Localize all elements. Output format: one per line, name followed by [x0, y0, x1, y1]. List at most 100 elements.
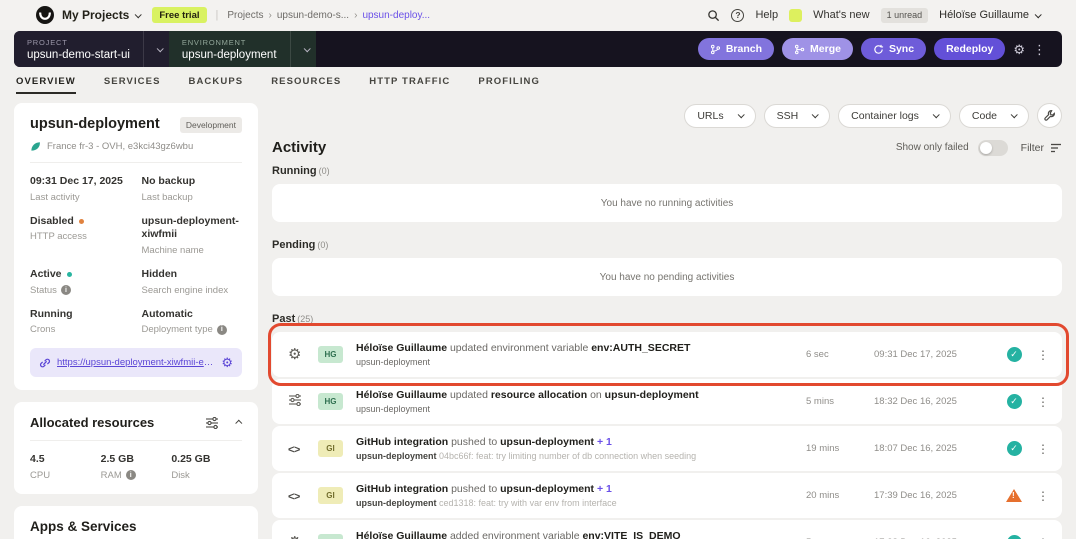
row-kebab-menu-icon[interactable]: ⋮: [1036, 348, 1050, 362]
unread-badge[interactable]: 1 unread: [881, 8, 929, 23]
activity-duration: 5 mins: [806, 396, 874, 407]
environment-switcher[interactable]: ENVIRONMENT upsun-deployment: [169, 31, 290, 67]
disabled-status-dot: [79, 219, 84, 224]
tab-services[interactable]: SERVICES: [104, 76, 161, 94]
activity-row[interactable]: <> GI GitHub integration pushed to upsun…: [272, 473, 1062, 518]
environment-kebab-menu-icon[interactable]: ⋮: [1033, 43, 1046, 56]
past-activity-list: ⚙ HG Héloïse Guillaume updated environme…: [272, 332, 1062, 539]
activity-duration: 6 sec: [806, 349, 874, 360]
row-kebab-menu-icon[interactable]: ⋮: [1036, 489, 1050, 503]
chevron-down-icon: [812, 111, 819, 118]
tab-profiling[interactable]: PROFILING: [478, 76, 540, 94]
tab-backups[interactable]: BACKUPS: [189, 76, 244, 94]
environment-url-link[interactable]: https://upsun-deployment-xiwfmii-e3kci43…: [57, 357, 215, 368]
top-bar: My Projects Free trial | Projects › upsu…: [0, 0, 1076, 30]
environment-title: upsun-deployment: [30, 116, 160, 132]
help-icon[interactable]: ?: [731, 9, 744, 22]
chevron-down-icon: [1035, 11, 1042, 18]
branch-icon: [710, 44, 721, 55]
activity-date: 18:32 Dec 16, 2025: [874, 396, 996, 407]
resources-sliders-icon[interactable]: [205, 417, 219, 429]
warning-triangle-icon: [1006, 489, 1022, 502]
status-info-icon[interactable]: i: [61, 285, 71, 295]
resource-disk: 0.25 GB Disk: [171, 453, 242, 481]
apps-services-title: Apps & Services: [30, 519, 242, 534]
filter-icon: [1050, 143, 1062, 153]
redeploy-button[interactable]: Redeploy: [934, 38, 1005, 60]
activity-row[interactable]: HG Héloïse Guillaume updated resource al…: [272, 379, 1062, 424]
tab-resources[interactable]: RESOURCES: [271, 76, 341, 94]
stat-last-activity: 09:31 Dec 17, 2025 Last activity: [30, 175, 136, 203]
search-icon[interactable]: [707, 9, 720, 22]
container-logs-label: Container logs: [851, 110, 919, 122]
collapse-chevron-icon[interactable]: [235, 420, 242, 427]
avatar: HG: [318, 346, 343, 363]
branch-button-label: Branch: [726, 43, 762, 55]
success-check-icon: ✓: [1007, 347, 1022, 362]
show-only-failed-toggle[interactable]: [978, 140, 1008, 156]
deployment-type-info-icon[interactable]: i: [217, 325, 227, 335]
stat-http-access: Disabled HTTP access: [30, 215, 136, 256]
environment-info-card: upsun-deployment Development France fr-3…: [14, 103, 258, 390]
activity-date: 18:07 Dec 16, 2025: [874, 443, 996, 454]
ssh-dropdown[interactable]: SSH: [764, 104, 831, 128]
success-check-icon: ✓: [1007, 441, 1022, 456]
project-switcher[interactable]: PROJECT upsun-demo-start-ui: [14, 31, 143, 67]
environment-type-badge: Development: [180, 117, 242, 133]
url-settings-gear-icon[interactable]: ⚙: [221, 356, 233, 369]
upsun-console-screen: My Projects Free trial | Projects › upsu…: [0, 0, 1076, 539]
code-icon: <>: [288, 488, 318, 503]
user-menu[interactable]: Héloïse Guillaume: [939, 9, 1040, 21]
stat-crons: Running Crons: [30, 308, 136, 336]
activity-row[interactable]: ⚙ HG Héloïse Guillaume added environment…: [272, 520, 1062, 539]
filter-control[interactable]: Filter: [1021, 142, 1062, 154]
link-icon: [39, 357, 51, 369]
gear-icon: ⚙: [288, 535, 318, 539]
urls-label: URLs: [697, 110, 723, 122]
code-dropdown[interactable]: Code: [959, 104, 1029, 128]
stat-machine-name: upsun-deployment-xiwfmii Machine name: [142, 215, 243, 256]
wrench-icon: [1043, 109, 1056, 122]
show-only-failed-label: Show only failed: [896, 142, 969, 153]
tools-button[interactable]: [1037, 103, 1062, 128]
avatar: HG: [318, 393, 343, 410]
breadcrumb-environment[interactable]: upsun-deploy...: [362, 10, 430, 21]
sync-button[interactable]: Sync: [861, 38, 926, 60]
breadcrumb-separator: ›: [354, 10, 357, 21]
upsun-logo-icon[interactable]: [36, 6, 54, 24]
breadcrumb-project[interactable]: upsun-demo-s...: [277, 10, 349, 21]
row-kebab-menu-icon[interactable]: ⋮: [1036, 536, 1050, 539]
environment-settings-gear-icon[interactable]: ⚙: [1013, 43, 1025, 56]
ram-info-icon[interactable]: i: [126, 470, 136, 480]
resource-cpu: 4.5 CPU: [30, 453, 101, 481]
environment-name: upsun-deployment: [182, 49, 277, 61]
running-section-label: Running(0): [272, 165, 1062, 177]
environment-switcher-chevron[interactable]: [290, 31, 316, 67]
merge-button[interactable]: Merge: [782, 38, 853, 60]
chevron-down-icon[interactable]: [135, 11, 142, 18]
tab-overview[interactable]: OVERVIEW: [16, 76, 76, 94]
environment-label: ENVIRONMENT: [182, 38, 277, 47]
project-label: PROJECT: [27, 38, 130, 47]
urls-dropdown[interactable]: URLs: [684, 104, 755, 128]
container-logs-dropdown[interactable]: Container logs: [838, 104, 951, 128]
whats-new-icon[interactable]: [789, 9, 802, 22]
environment-url-row: https://upsun-deployment-xiwfmii-e3kci43…: [30, 348, 242, 377]
projects-menu[interactable]: My Projects: [62, 8, 129, 22]
activity-row[interactable]: ⚙ HG Héloïse Guillaume updated environme…: [272, 332, 1062, 377]
branch-button[interactable]: Branch: [698, 38, 774, 60]
project-switcher-chevron[interactable]: [143, 31, 169, 67]
avatar: GI: [318, 440, 343, 457]
breadcrumb-projects[interactable]: Projects: [227, 10, 263, 21]
stat-last-backup: No backup Last backup: [142, 175, 243, 203]
help-link[interactable]: Help: [755, 9, 778, 21]
whats-new-link[interactable]: What's new: [813, 9, 870, 21]
tab-http-traffic[interactable]: HTTP TRAFFIC: [369, 76, 450, 94]
region-text: France fr-3 - OVH, e3kci43gz6wbu: [47, 141, 193, 152]
merge-button-label: Merge: [810, 43, 841, 55]
activity-row[interactable]: <> GI GitHub integration pushed to upsun…: [272, 426, 1062, 471]
activity-panel: URLs SSH Container logs Code Activity Sh…: [272, 103, 1062, 539]
row-kebab-menu-icon[interactable]: ⋮: [1036, 395, 1050, 409]
row-kebab-menu-icon[interactable]: ⋮: [1036, 442, 1050, 456]
user-name: Héloïse Guillaume: [939, 9, 1029, 21]
